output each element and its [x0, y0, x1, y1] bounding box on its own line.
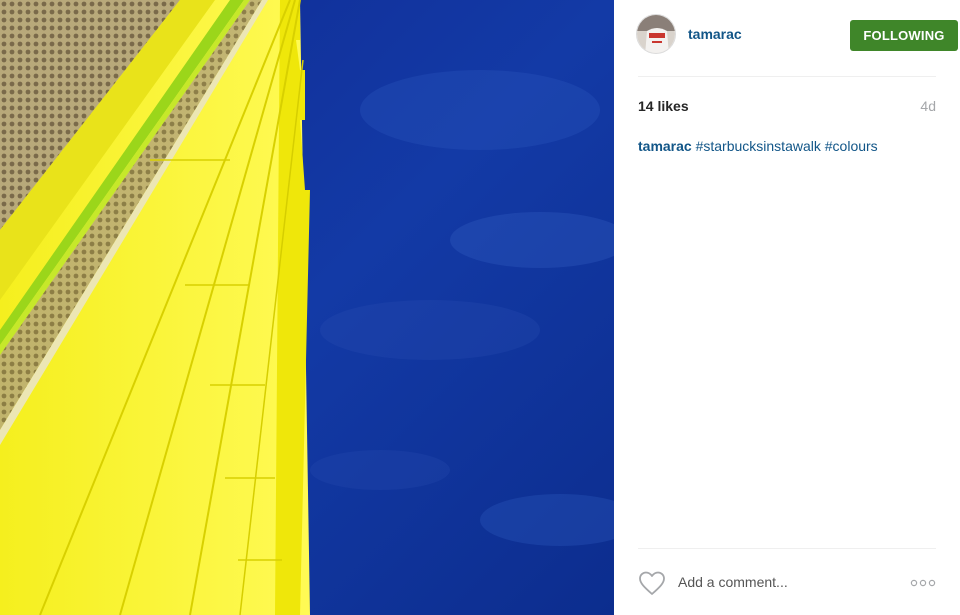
comment-row: [638, 566, 936, 600]
more-options-icon[interactable]: [910, 576, 936, 590]
user-avatar[interactable]: [636, 14, 676, 54]
post-caption: tamarac #starbucksinstawalk #colours: [638, 137, 936, 155]
caption-username-link[interactable]: tamarac: [638, 138, 692, 154]
heart-outline-icon[interactable]: [638, 570, 666, 596]
following-button[interactable]: FOLLOWING: [850, 20, 958, 51]
likes-count[interactable]: 14 likes: [638, 98, 689, 114]
post-details-panel: tamarac FOLLOWING 14 likes 4d tamarac #s…: [614, 0, 960, 615]
post-photo[interactable]: [0, 0, 614, 615]
username-link[interactable]: tamarac: [688, 26, 742, 42]
header-divider: [638, 76, 936, 77]
hashtag-link[interactable]: #colours: [825, 138, 878, 154]
post-header: tamarac FOLLOWING: [636, 14, 958, 58]
comment-divider: [638, 548, 936, 549]
add-comment-input[interactable]: [678, 571, 898, 593]
hashtag-link[interactable]: #starbucksinstawalk: [696, 138, 821, 154]
avatar-image: [637, 15, 675, 53]
photo-image: [0, 0, 614, 615]
post-age[interactable]: 4d: [920, 98, 936, 114]
